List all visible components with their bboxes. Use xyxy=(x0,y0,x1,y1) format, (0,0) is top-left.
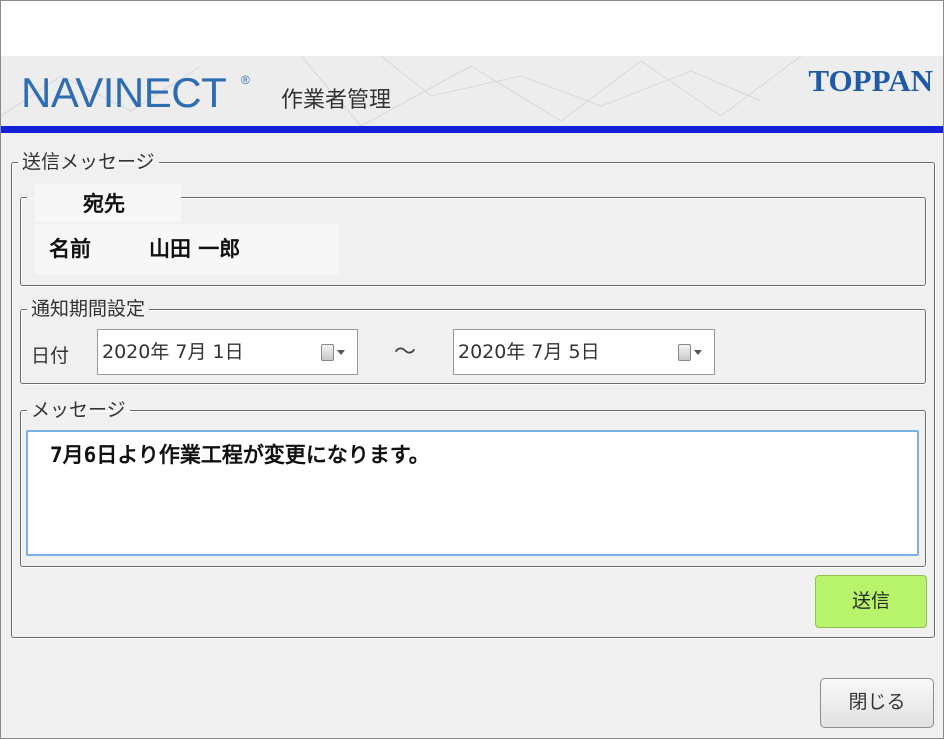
chevron-down-icon xyxy=(337,350,345,355)
name-label: 名前 xyxy=(49,237,91,261)
footer-bar xyxy=(1,676,943,738)
date-range-separator: ～ xyxy=(394,340,417,365)
name-value: 山田 一郎 xyxy=(149,237,241,261)
message-legend: メッセージ xyxy=(31,399,126,421)
navinect-logo: NAVINECT xyxy=(21,69,227,116)
date-label: 日付 xyxy=(31,345,70,367)
destination-label: 宛先 xyxy=(83,192,125,216)
chevron-down-icon xyxy=(694,350,702,355)
worker-management-window: NAVINECT ® 作業者管理 TOPPAN 送信メッセージ 宛先 名前 山田… xyxy=(0,0,944,739)
start-date-dropdown-button[interactable] xyxy=(317,342,351,362)
end-date-value: 2020年 7月 5日 xyxy=(458,341,600,363)
notification-period-legend: 通知期間設定 xyxy=(31,298,146,320)
registered-mark: ® xyxy=(241,73,250,87)
toppan-logo: TOPPAN xyxy=(808,63,933,98)
message-textarea[interactable]: 7月6日より作業工程が変更になります。 xyxy=(26,430,919,556)
end-date-picker[interactable]: 2020年 7月 5日 xyxy=(453,329,715,375)
calendar-icon xyxy=(678,344,691,361)
send-message-legend: 送信メッセージ xyxy=(22,151,155,173)
calendar-icon xyxy=(321,344,334,361)
start-date-picker[interactable]: 2020年 7月 1日 xyxy=(97,329,358,375)
title-bar xyxy=(1,1,943,56)
start-date-value: 2020年 7月 1日 xyxy=(102,341,244,363)
page-subtitle: 作業者管理 xyxy=(281,88,392,113)
send-button[interactable]: 送信 xyxy=(815,575,927,628)
end-date-dropdown-button[interactable] xyxy=(674,342,708,362)
header-divider xyxy=(1,126,943,133)
close-button[interactable]: 閉じる xyxy=(820,678,934,728)
